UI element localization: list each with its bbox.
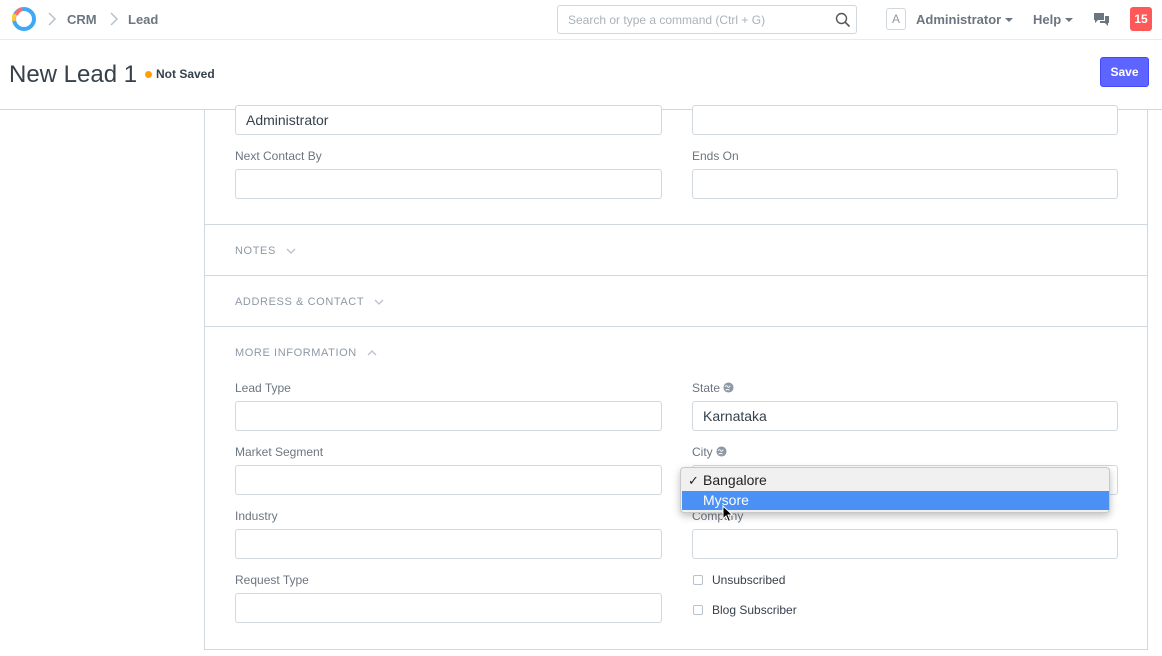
save-button[interactable]: Save xyxy=(1100,57,1149,87)
navbar: CRM Lead Search or type a command (Ctrl … xyxy=(0,0,1162,40)
next-contact-by-field[interactable] xyxy=(235,169,662,199)
breadcrumb-lead[interactable]: Lead xyxy=(128,12,158,27)
chevron-down-icon xyxy=(286,248,296,255)
user-menu-label: Administrator xyxy=(916,12,1002,27)
top-left-field[interactable] xyxy=(235,105,662,135)
status-indicator-dot xyxy=(145,71,152,78)
company-field[interactable] xyxy=(692,529,1118,559)
market-segment-field[interactable] xyxy=(235,465,662,495)
blog-subscriber-label[interactable]: Blog Subscriber xyxy=(712,603,797,617)
ends-on-field[interactable] xyxy=(692,169,1118,199)
page-header: New Lead 1 Not Saved Save xyxy=(0,41,1162,110)
breadcrumb-crm[interactable]: CRM xyxy=(67,12,97,27)
caret-down-icon xyxy=(1005,17,1014,22)
app-logo-icon[interactable] xyxy=(12,7,36,31)
unsubscribed-label[interactable]: Unsubscribed xyxy=(712,573,785,587)
city-label-text: City xyxy=(692,445,713,459)
section-address-contact[interactable]: ADDRESS & CONTACT xyxy=(235,296,384,308)
section-divider xyxy=(205,326,1147,327)
next-contact-by-label: Next Contact By xyxy=(235,149,322,163)
section-notes[interactable]: NOTES xyxy=(235,245,296,257)
request-type-field[interactable] xyxy=(235,593,662,623)
industry-field[interactable] xyxy=(235,529,662,559)
lead-form: Next Contact By Ends On NOTES ADDRESS & … xyxy=(204,105,1148,650)
request-type-label: Request Type xyxy=(235,573,309,587)
industry-label: Industry xyxy=(235,509,278,523)
search-input[interactable]: Search or type a command (Ctrl + G) xyxy=(557,5,857,34)
section-more-information[interactable]: MORE INFORMATION xyxy=(235,347,377,359)
notification-badge[interactable]: 15 xyxy=(1130,7,1152,31)
page-title: New Lead 1 xyxy=(9,61,138,88)
help-menu-label: Help xyxy=(1033,12,1062,27)
section-more-info-label: MORE INFORMATION xyxy=(235,347,357,359)
search-placeholder: Search or type a command (Ctrl + G) xyxy=(568,13,766,27)
dropdown-option-label: Bangalore xyxy=(703,472,767,488)
chevron-up-icon xyxy=(367,350,376,356)
state-field[interactable] xyxy=(692,401,1118,431)
state-label: State xyxy=(692,381,734,395)
mouse-cursor-icon xyxy=(722,505,734,523)
market-segment-label: Market Segment xyxy=(235,445,324,459)
section-address-label: ADDRESS & CONTACT xyxy=(235,296,364,308)
chevron-down-icon xyxy=(374,299,384,306)
help-menu[interactable]: Help xyxy=(1033,12,1074,27)
section-notes-label: NOTES xyxy=(235,245,276,257)
breadcrumb-chevron-icon xyxy=(110,12,119,26)
search-icon[interactable] xyxy=(835,12,851,28)
section-divider xyxy=(205,224,1147,225)
status-badge: Not Saved xyxy=(156,67,215,81)
top-right-field[interactable] xyxy=(692,105,1118,135)
city-label: City xyxy=(692,445,727,459)
unsubscribed-checkbox[interactable] xyxy=(693,575,703,585)
section-divider xyxy=(205,275,1147,276)
dropdown-option-mysore[interactable]: Mysore xyxy=(682,491,1109,510)
dropdown-option-bangalore[interactable]: ✓ Bangalore xyxy=(682,471,1109,490)
checkmark-icon: ✓ xyxy=(688,473,699,488)
globe-icon xyxy=(723,382,734,393)
user-menu[interactable]: Administrator xyxy=(916,12,1014,27)
caret-down-icon xyxy=(1065,17,1074,22)
avatar[interactable]: A xyxy=(886,8,906,30)
city-dropdown-list: ✓ Bangalore Mysore xyxy=(680,467,1110,513)
lead-type-label: Lead Type xyxy=(235,381,291,395)
lead-type-field[interactable] xyxy=(235,401,662,431)
ends-on-label: Ends On xyxy=(692,149,739,163)
state-label-text: State xyxy=(692,381,721,395)
globe-icon xyxy=(716,446,727,457)
blog-subscriber-checkbox[interactable] xyxy=(693,605,703,615)
breadcrumb-chevron-icon xyxy=(48,12,57,26)
chat-icon[interactable] xyxy=(1093,12,1110,27)
